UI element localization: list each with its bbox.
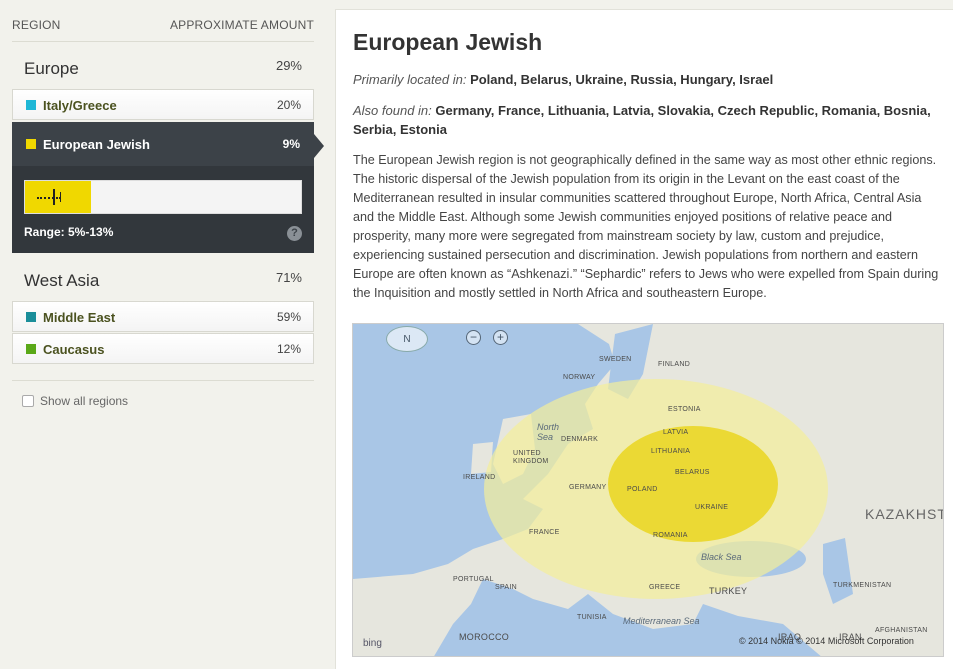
zoom-out-icon[interactable]: − [466,330,481,345]
also-value: Germany, France, Lithuania, Latvia, Slov… [353,103,931,137]
map-label: AFGHANISTAN [875,627,928,634]
selection-pointer [314,134,324,158]
range-text: Range: 5%-13% [24,225,114,239]
primarily-value: Poland, Belarus, Ukraine, Russia, Hungar… [470,72,774,87]
amount-column-header: APPROXIMATE AMOUNT [169,18,314,32]
region-percent: 12% [276,342,301,356]
region-row-italy-greece[interactable]: Italy/Greece 20% [12,89,314,120]
map-label: NORWAY [563,374,596,381]
color-swatch [26,344,36,354]
region-map[interactable]: SWEDEN FINLAND NORWAY ESTONIA LATVIA LIT… [352,323,944,657]
region-row-caucasus[interactable]: Caucasus 12% [12,333,314,364]
description: The European Jewish region is not geogra… [353,153,939,300]
map-copyright: © 2014 Nokia © 2014 Microsoft Corporatio… [739,636,914,646]
region-percent: 9% [282,137,300,151]
group-percent: 71% [275,270,302,285]
region-percent: 20% [276,98,301,112]
region-row-european-jewish-selected[interactable]: European Jewish 9% Range: 5%-13% ? [12,122,314,253]
map-label: UNITED KINGDOM [513,450,549,465]
map-label: KAZAKHST [865,506,944,522]
header-divider [12,41,314,42]
map-label: PORTUGAL [453,576,494,583]
map-label: LITHUANIA [651,448,691,455]
bing-logo: bing [363,638,382,649]
map-label: ROMANIA [653,532,688,539]
color-swatch [26,312,36,322]
range-bar [24,180,302,214]
range-dotted-line [37,197,61,199]
region-label: Italy/Greece [43,98,117,113]
zoom-in-icon[interactable]: + [493,330,508,345]
map-label: IRELAND [463,474,496,481]
map-label: MOROCCO [459,632,510,642]
group-name: Europe [24,59,79,78]
sea-label: North Sea [537,422,560,442]
primarily-located: Primarily located in: Poland, Belarus, U… [353,70,933,89]
sea-label: Mediterranean Sea [623,616,700,626]
map-label: GERMANY [569,484,607,491]
divider [12,380,314,381]
inner-region-ellipse [608,426,778,542]
group-west-asia[interactable]: West Asia 71% [12,256,314,296]
map-label: FRANCE [529,529,560,536]
map-label: TURKMENISTAN [833,582,892,589]
group-europe[interactable]: Europe 29% [12,44,314,84]
map-label: TUNISIA [577,614,607,621]
color-swatch [26,139,36,149]
map-label: TURKEY [709,586,748,596]
help-icon[interactable]: ? [287,226,302,241]
map-label: GREECE [649,584,681,591]
color-swatch [26,100,36,110]
detail-panel: European Jewish Primarily located in: Po… [335,9,953,669]
region-column-header: REGION [12,18,61,32]
show-all-label: Show all regions [40,394,129,408]
region-row-middle-east[interactable]: Middle East 59% [12,301,314,332]
region-label: Middle East [43,310,116,325]
range-panel: Range: 5%-13% ? [12,166,314,253]
map-label: ESTONIA [668,406,701,413]
group-percent: 29% [275,58,302,73]
map-label: DENMARK [561,436,599,443]
page-title: European Jewish [353,29,543,55]
map-label: UKRAINE [695,504,729,511]
region-label: Caucasus [43,342,105,357]
map-label: LATVIA [663,429,689,436]
sidebar: REGION APPROXIMATE AMOUNT Europe 29% Ita… [0,0,325,669]
group-name: West Asia [24,271,100,290]
region-label: European Jewish [43,137,150,152]
also-found: Also found in: Germany, France, Lithuani… [353,101,933,139]
map-label: BELARUS [675,469,710,476]
map-label: SPAIN [495,584,517,591]
map-label: FINLAND [658,361,691,368]
show-all-regions-checkbox[interactable]: Show all regions [22,394,128,408]
region-percent: 59% [276,310,301,324]
also-label: Also found in: [353,103,432,118]
range-end-tick [60,192,61,202]
map-label: SWEDEN [599,356,632,363]
compass-control[interactable]: N [386,326,428,352]
checkbox-icon[interactable] [22,395,34,407]
map-label: POLAND [627,486,658,493]
primarily-label: Primarily located in: [353,72,467,87]
sea-label: Black Sea [701,552,742,562]
